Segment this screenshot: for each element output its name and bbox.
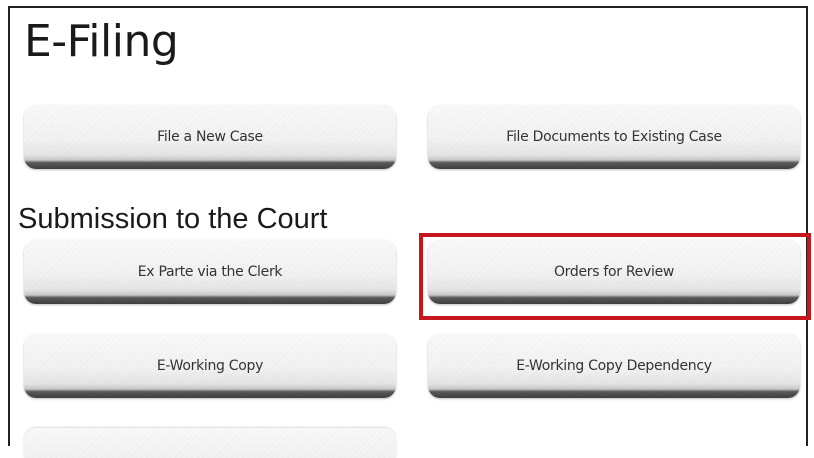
- e-working-copy-dependency-button[interactable]: E-Working Copy Dependency: [428, 334, 800, 398]
- file-new-case-label: File a New Case: [157, 129, 263, 145]
- file-new-case-button[interactable]: File a New Case: [24, 105, 396, 169]
- e-working-copy-label: E-Working Copy: [156, 358, 264, 374]
- ex-parte-button[interactable]: Ex Parte via the Clerk: [24, 240, 396, 304]
- file-documents-existing-case-button[interactable]: File Documents to Existing Case: [428, 105, 800, 169]
- e-working-copy-dependency-label: E-Working Copy Dependency: [516, 358, 712, 374]
- page-title: E-Filing: [24, 16, 179, 67]
- highlight-box: [419, 233, 811, 320]
- ex-parte-label: Ex Parte via the Clerk: [137, 264, 283, 280]
- partial-button[interactable]: [24, 428, 396, 458]
- section-title: Submission to the Court: [18, 203, 328, 235]
- file-documents-existing-case-label: File Documents to Existing Case: [506, 129, 722, 145]
- e-working-copy-button[interactable]: E-Working Copy: [24, 334, 396, 398]
